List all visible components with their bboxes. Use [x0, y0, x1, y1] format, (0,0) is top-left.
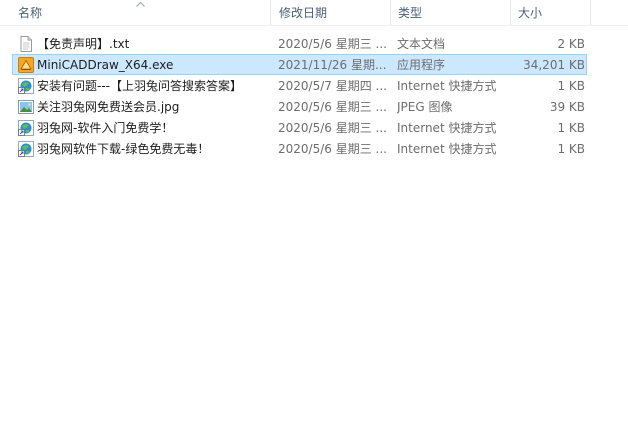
internet-shortcut-icon: [18, 141, 34, 157]
column-divider[interactable]: [390, 0, 391, 25]
file-row[interactable]: 安装有问题---【上羽兔问答搜索答案】 2020/5/7 星期四 ... Int…: [12, 75, 587, 96]
column-divider[interactable]: [590, 0, 591, 25]
file-name: 关注羽兔网免费送会员.jpg: [37, 100, 180, 114]
file-type: 应用程序: [397, 58, 446, 72]
file-name: 羽兔网软件下载-绿色免费无毒！: [37, 142, 210, 156]
file-size: 1 KB: [557, 79, 585, 93]
column-header-name[interactable]: 名称: [12, 0, 270, 25]
file-size: 34,201 KB: [523, 58, 585, 72]
file-row[interactable]: 关注羽兔网免费送会员.jpg 2020/5/6 星期三 ... JPEG 图像 …: [12, 96, 587, 117]
file-row-selected[interactable]: MiniCADDraw_X64.exe 2021/11/26 星期... 应用程…: [12, 54, 587, 75]
file-size: 39 KB: [549, 100, 585, 114]
column-header-bar: 名称 修改日期 类型 大小: [0, 0, 628, 26]
file-size: 1 KB: [557, 142, 585, 156]
file-explorer-details-view: 名称 修改日期 类型 大小 【免责声明】.txt 2020/5/6 星期三 ..…: [0, 0, 628, 421]
file-size: 2 KB: [557, 37, 585, 51]
file-row[interactable]: 【免责声明】.txt 2020/5/6 星期三 ... 文本文档 2 KB: [12, 33, 587, 54]
internet-shortcut-icon: [18, 78, 34, 94]
file-date: 2020/5/6 星期三 ...: [278, 142, 387, 156]
file-name: 羽兔网-软件入门免费学！: [37, 121, 174, 135]
file-name: MiniCADDraw_X64.exe: [37, 58, 174, 72]
file-type: Internet 快捷方式: [397, 142, 497, 156]
file-type: 文本文档: [397, 37, 446, 51]
file-type: Internet 快捷方式: [397, 79, 497, 93]
file-type: JPEG 图像: [397, 100, 453, 114]
internet-shortcut-icon: [18, 120, 34, 136]
column-divider[interactable]: [510, 0, 511, 25]
file-name: 【免责声明】.txt: [37, 37, 130, 51]
text-file-icon: [18, 36, 34, 52]
column-header-type[interactable]: 类型: [392, 0, 510, 25]
application-icon: [18, 57, 34, 73]
file-row[interactable]: 羽兔网软件下载-绿色免费无毒！ 2020/5/6 星期三 ... Interne…: [12, 138, 587, 159]
file-date: 2020/5/6 星期三 ...: [278, 100, 387, 114]
file-date: 2020/5/6 星期三 ...: [278, 37, 387, 51]
file-date: 2021/11/26 星期...: [278, 58, 387, 72]
file-type: Internet 快捷方式: [397, 121, 497, 135]
file-row[interactable]: 羽兔网-软件入门免费学！ 2020/5/6 星期三 ... Internet 快…: [12, 117, 587, 138]
file-name: 安装有问题---【上羽兔问答搜索答案】: [37, 79, 242, 93]
file-date: 2020/5/7 星期四 ...: [278, 79, 387, 93]
column-header-date[interactable]: 修改日期: [273, 0, 389, 25]
file-size: 1 KB: [557, 121, 585, 135]
image-file-icon: [18, 99, 34, 115]
file-date: 2020/5/6 星期三 ...: [278, 121, 387, 135]
column-divider[interactable]: [270, 0, 271, 25]
column-header-size[interactable]: 大小: [512, 0, 590, 25]
